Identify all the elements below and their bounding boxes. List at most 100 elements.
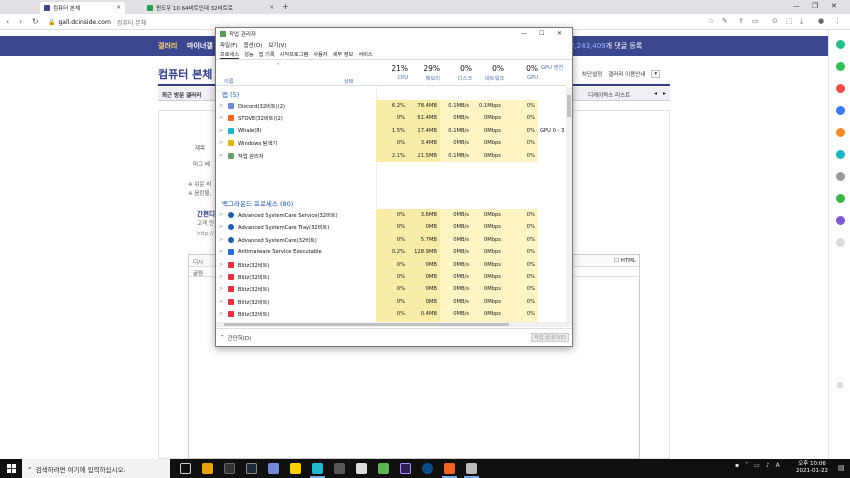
sidebar-memo-icon[interactable] — [836, 128, 845, 137]
tm-minimize-icon[interactable]: — — [521, 30, 527, 37]
next-arrow-icon[interactable]: ▸ — [663, 90, 666, 97]
notification-icon[interactable]: ▤ — [838, 464, 845, 472]
app-icon[interactable] — [334, 463, 345, 474]
process-row[interactable]: > Blitz(32비트) 0% 0.4MB 0MB/s 0Mbps 0% — [216, 308, 566, 321]
sidebar-app-icon[interactable] — [836, 194, 845, 203]
process-row[interactable]: > Antimalware Service Executable 0.2% 128.9… — [216, 246, 566, 259]
wallet-icon[interactable]: ▭ — [752, 17, 759, 25]
tm-close-icon[interactable]: ✕ — [557, 30, 562, 37]
fewer-details-button[interactable]: ⌃ 간단히(D) — [220, 334, 251, 342]
volume-icon[interactable]: ♪ — [766, 462, 770, 469]
forward-icon[interactable]: › — [19, 17, 22, 26]
tray-expand-icon[interactable]: ˄ — [745, 462, 748, 469]
sidebar-translate-icon[interactable] — [836, 150, 845, 159]
prev-arrow-icon[interactable]: ◂ — [654, 90, 657, 97]
sidebar-add-icon[interactable] — [836, 238, 845, 247]
sidebar-whale-icon[interactable] — [836, 40, 845, 49]
col-name[interactable]: 이름 — [224, 78, 234, 85]
expand-chevron-icon[interactable]: > — [219, 212, 223, 218]
recent-gallery-item[interactable]: 디케이락스 리스트 — [588, 91, 630, 99]
menu-file[interactable]: 파일(F) — [220, 41, 238, 49]
capture-icon[interactable]: ⊙ — [772, 17, 778, 25]
tab-details[interactable]: 세부 정보 — [333, 51, 354, 59]
col-gpu-engine[interactable]: GPU 엔진 — [538, 61, 568, 86]
dropdown-icon[interactable]: ▾ — [651, 70, 661, 78]
new-tab-icon[interactable]: + — [282, 2, 289, 11]
scroll-thumb[interactable] — [224, 323, 509, 326]
expand-chevron-icon[interactable]: > — [219, 262, 223, 268]
kakaotalk-icon[interactable] — [290, 463, 301, 474]
tab-performance[interactable]: 성능 — [244, 51, 254, 59]
process-row[interactable]: > Windows 탐색기 0% 3.4MB 0MB/s 0Mbps 0% — [216, 137, 566, 150]
expand-chevron-icon[interactable]: > — [219, 115, 223, 121]
process-row[interactable]: > Discord(32비트)(2) 6.2% 78.4MB 0.1MB/s 0.1Mbp… — [216, 100, 566, 113]
process-row[interactable]: > STOVE(32비트)(2) 0% 61.4MB 0MB/s 0Mbps 0% — [216, 112, 566, 125]
process-row[interactable]: > Blitz(32비트) 0% 0MB 0MB/s 0Mbps 0% — [216, 271, 566, 284]
taskbar-search-input[interactable]: ⌕ 검색하려면 여기에 입력하십시오. — [22, 459, 170, 478]
end-task-button[interactable]: 작업 끝내기(E) — [531, 333, 569, 342]
ime-indicator[interactable]: A — [776, 462, 780, 469]
bookmark-icon[interactable]: ☆ — [708, 17, 714, 25]
file-explorer-icon[interactable] — [202, 463, 213, 474]
network-icon[interactable]: ▭ — [754, 462, 760, 469]
tab-users[interactable]: 사용자 — [313, 51, 327, 59]
expand-chevron-icon[interactable]: > — [219, 274, 223, 280]
app-icon[interactable] — [356, 463, 367, 474]
col-memory[interactable]: 29% 메모리 — [408, 61, 440, 86]
close-window-icon[interactable]: ✕ — [831, 2, 837, 10]
menu-view[interactable]: 보기(V) — [268, 41, 286, 49]
app-icon[interactable] — [378, 463, 389, 474]
back-icon[interactable]: ‹ — [6, 17, 9, 26]
vertical-scrollbar[interactable] — [566, 87, 572, 322]
process-row[interactable]: > Whale(8) 1.5% 17.4MB 0.1MB/s 0Mbps 0% GPU 0 -… — [216, 124, 566, 138]
app-icon[interactable] — [422, 463, 433, 474]
page-title[interactable]: 컴퓨터 본체 — [158, 66, 212, 82]
process-row[interactable]: > 작업 관리자 2.1% 21.5MB 0.1MB/s 0Mbps 0% — [216, 149, 566, 162]
minimize-icon[interactable]: — — [793, 2, 800, 10]
sidebar-settings-icon[interactable] — [836, 172, 845, 181]
process-row[interactable]: > Blitz(32비트) 0% 0MB 0MB/s 0Mbps 0% — [216, 295, 566, 309]
task-view-icon[interactable] — [180, 463, 191, 474]
process-row[interactable]: > Advanced SystemCare(32비트) 0% 5.7MB 0MB/s 0M… — [216, 233, 566, 247]
process-row[interactable]: > Blitz(32비트) 0% 0MB 0MB/s 0Mbps 0% — [216, 258, 566, 271]
col-gpu[interactable]: 0% GPU — [504, 61, 538, 86]
editor-dc-label[interactable]: 디시 — [193, 258, 203, 266]
sidebar-collapse-icon[interactable] — [837, 382, 843, 388]
extension-icon[interactable]: ⬚ — [786, 17, 793, 25]
premiere-icon[interactable] — [400, 463, 411, 474]
expand-chevron-icon[interactable]: > — [219, 299, 223, 305]
process-row[interactable]: > Advanced SystemCare Service(32비트) 0% 3.6M… — [216, 209, 566, 222]
maximize-icon[interactable]: ❐ — [812, 2, 818, 10]
tab-dcinside[interactable]: 컴퓨터 본체 ✕ — [40, 2, 125, 14]
sidebar-music-icon[interactable] — [836, 84, 845, 93]
gnb-minor-link[interactable]: 마이너갤 — [187, 41, 213, 51]
close-tab-icon[interactable]: ✕ — [269, 5, 274, 11]
col-cpu[interactable]: 21% CPU — [376, 61, 408, 86]
gnb-gallery-link[interactable]: 갤러리 — [158, 41, 177, 51]
col-disk[interactable]: 0% 디스크 — [440, 61, 472, 86]
share-icon[interactable]: ⇪ — [738, 17, 744, 25]
translate-icon[interactable]: ✎ — [722, 17, 728, 25]
close-tab-icon[interactable]: ✕ — [116, 5, 121, 11]
col-network[interactable]: 0% 네트워크 — [472, 61, 504, 86]
tab-app-history[interactable]: 앱 기록 — [259, 51, 275, 59]
sidebar-app-icon[interactable] — [836, 216, 845, 225]
whale-taskbar-icon[interactable] — [310, 463, 325, 478]
taskmanager-taskbar-icon[interactable] — [464, 463, 479, 478]
sidebar-calendar-icon[interactable] — [836, 106, 845, 115]
taskbar-clock[interactable]: 오후 10:06 2021-01-22 — [796, 461, 828, 475]
expand-chevron-icon[interactable]: > — [219, 249, 223, 255]
steam-icon[interactable] — [246, 463, 257, 474]
tm-maximize-icon[interactable]: ☐ — [539, 30, 544, 37]
expand-chevron-icon[interactable]: > — [219, 286, 223, 292]
download-icon[interactable]: ⤓ — [800, 17, 803, 26]
tab-startup[interactable]: 시작프로그램 — [280, 51, 309, 59]
profile-icon[interactable]: ● — [818, 17, 824, 25]
block-settings-link[interactable]: 차단설정 — [582, 70, 602, 78]
tab-processes[interactable]: 프로세스 — [220, 51, 240, 59]
menu-icon[interactable]: ⋮ — [834, 17, 841, 25]
expand-chevron-icon[interactable]: > — [219, 224, 223, 230]
process-row[interactable]: > Blitz(32비트) 0% 0MB 0MB/s 0Mbps 0% — [216, 283, 566, 296]
calculator-icon[interactable] — [224, 463, 235, 474]
expand-chevron-icon[interactable]: > — [219, 153, 223, 159]
